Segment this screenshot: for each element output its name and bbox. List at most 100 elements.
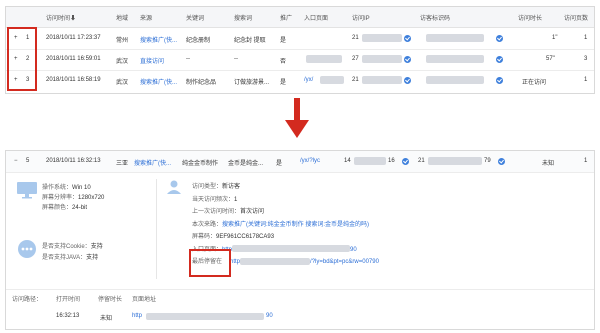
- search-term: 纪念封 提取: [234, 38, 266, 44]
- source-link[interactable]: 直接访问: [140, 56, 164, 65]
- ip-verified-icon: [404, 35, 411, 42]
- region: 武汉: [116, 59, 129, 65]
- col-visitor-id: 访客标识码: [420, 16, 451, 22]
- expanded-row[interactable]: − 5 2018/10/11 16:32:13 三亚 搜索推广(快... 纯金金…: [6, 151, 594, 173]
- col-visit-ip: 访问IP: [352, 16, 370, 22]
- search-term: 订做旅游景...: [234, 80, 270, 86]
- visit-type-label: 访问类型：: [192, 184, 223, 190]
- entry-page-link[interactable]: /yx/: [304, 77, 313, 83]
- region: 常州: [116, 38, 129, 44]
- visit-duration: 正在访问: [522, 80, 547, 86]
- page-count: 3: [584, 56, 588, 62]
- referrer-link[interactable]: 搜索推广(关键词:纯金金币制作 搜索词:金币是纯金的吗): [222, 222, 369, 228]
- chat-bubble-icon: [18, 240, 36, 258]
- support-info: 是否支持Cookie：支持 是否支持JAVA：支持: [42, 242, 103, 264]
- search-term: 金币是纯金...: [228, 161, 264, 167]
- table-row[interactable]: + 3 2018/10/11 16:58:19 武汉 搜索推广(快... 制作纪…: [6, 70, 594, 91]
- path-url[interactable]: http: [132, 313, 142, 319]
- page-count: 1: [584, 77, 588, 83]
- sort-down-icon[interactable]: ⬇: [70, 16, 76, 22]
- visit-ip: 21: [352, 35, 359, 41]
- redacted-entry-page: [306, 55, 342, 63]
- path-open-time: 16:32:13: [56, 313, 80, 319]
- path-stay-header: 停留时长: [98, 297, 123, 303]
- last-visit-label: 上一次访问时间：: [192, 209, 241, 215]
- java-value: 支持: [86, 255, 99, 261]
- redacted-visitor-id: [426, 76, 484, 84]
- table-row[interactable]: + 2 2018/10/11 16:59:01 武汉 直接访问 -- -- 否 …: [6, 49, 594, 71]
- path-stay: 未知: [100, 316, 113, 322]
- source-link[interactable]: 搜索推广(快...: [140, 77, 177, 86]
- source-link[interactable]: 搜索推广(快...: [134, 158, 171, 167]
- path-label: 访问路径：: [12, 297, 43, 303]
- col-keyword: 关键词: [186, 16, 205, 22]
- ip-verified-icon: [404, 77, 411, 84]
- visit-duration: 57": [546, 56, 555, 62]
- redacted-visitor-id: [426, 34, 484, 42]
- screen-code-row: 屏幕码：9EF961CC6178CA93: [192, 231, 379, 244]
- table-row[interactable]: + 1 2018/10/11 17:23:37 常州 搜索推广(快... 纪念册…: [6, 28, 594, 50]
- visit-type-row: 访问类型：新访客: [192, 181, 379, 194]
- redacted-visitor-id: [426, 55, 484, 63]
- java-row: 是否支持JAVA：支持: [42, 253, 103, 264]
- redacted-entry-page: [320, 76, 344, 84]
- redacted-path-url: [146, 313, 264, 320]
- redacted-ip: [362, 76, 402, 84]
- promo-flag: 否: [280, 59, 287, 65]
- frequency-row: 当天访问频次：1: [192, 194, 379, 207]
- entry-last-page-highlight: [189, 249, 231, 277]
- referrer-row: 本次来路：搜索推广(关键词:纯金金币制作 搜索词:金币是纯金的吗): [192, 219, 379, 232]
- color-depth-value: 24-bit: [72, 205, 88, 211]
- col-duration: 访问时长: [518, 16, 543, 22]
- col-search-term: 搜索词: [234, 16, 253, 22]
- monitor-icon: [17, 182, 37, 199]
- cookie-row: 是否支持Cookie：支持: [42, 242, 103, 253]
- source-link[interactable]: 搜索推广(快...: [140, 35, 177, 44]
- path-url-suffix[interactable]: 90: [266, 313, 273, 319]
- down-arrow-icon: [285, 98, 309, 138]
- keyword: --: [186, 56, 190, 62]
- keyword: 纯金金币制作: [182, 161, 219, 167]
- collapse-icon[interactable]: −: [14, 158, 18, 164]
- os-row: 操作系统：Win 10: [42, 183, 104, 193]
- visit-detail-panel: − 5 2018/10/11 16:32:13 三亚 搜索推广(快... 纯金金…: [5, 150, 595, 330]
- table-header: 访问时间⬇ 地域 来源 关键词 搜索词 推广 入口页面 访问IP 访客标识码 访…: [6, 7, 594, 28]
- last-visit-row: 上一次访问时间：首次访问: [192, 206, 379, 219]
- keyword: 制作纪念品: [186, 80, 217, 86]
- entry-page-url-suffix[interactable]: 90: [350, 247, 357, 253]
- screen-code-value: 9EF961CC6178CA93: [216, 234, 275, 240]
- entry-page-link[interactable]: /yx/?lyc: [300, 158, 320, 164]
- path-header: 访问路径： 打开时间 停留时长 页面地址: [12, 294, 156, 303]
- frequency-label: 当天访问频次：: [192, 196, 235, 203]
- resolution-label: 屏幕分辨率：: [42, 195, 79, 201]
- region: 武汉: [116, 80, 129, 86]
- last-page-url-suffix[interactable]: /?ly=bd&pt=pc&rw=00790: [310, 259, 379, 265]
- path-open-time-header: 打开时间: [56, 297, 81, 303]
- user-icon: [167, 180, 181, 194]
- path-url-header: 页面地址: [132, 297, 157, 303]
- promo-flag: 是: [280, 80, 287, 86]
- last-page-url[interactable]: http: [230, 259, 240, 265]
- visitor-verified-icon: [496, 56, 503, 63]
- redacted-ip: [362, 55, 402, 63]
- visitor-id-suffix: 79: [484, 158, 491, 164]
- visit-duration: 未知: [542, 161, 555, 167]
- col-visit-time[interactable]: 访问时间⬇: [46, 13, 76, 22]
- detail-divider: [156, 179, 157, 279]
- visitor-id-prefix: 21: [418, 158, 425, 164]
- redacted-visitor-id: [428, 157, 482, 165]
- visit-duration: 1": [552, 35, 558, 41]
- path-row[interactable]: 16:32:13 未知 http 90: [6, 313, 594, 325]
- ip-verified-icon: [404, 56, 411, 63]
- redacted-last-url: [240, 257, 311, 265]
- frequency-value: 1: [234, 196, 238, 203]
- col-source: 来源: [140, 16, 153, 22]
- java-label: 是否支持JAVA：: [42, 255, 87, 261]
- visit-type-value: 新访客: [222, 184, 241, 190]
- color-depth-label: 屏幕颜色：: [42, 205, 73, 211]
- col-page-count: 访问页数: [564, 16, 589, 22]
- visitor-verified-icon: [496, 77, 503, 84]
- ip-verified-icon: [402, 158, 409, 165]
- referrer-label: 本次来路：: [192, 221, 223, 228]
- system-info: 操作系统：Win 10 屏幕分辨率：1280x720 屏幕颜色：24-bit: [42, 183, 104, 213]
